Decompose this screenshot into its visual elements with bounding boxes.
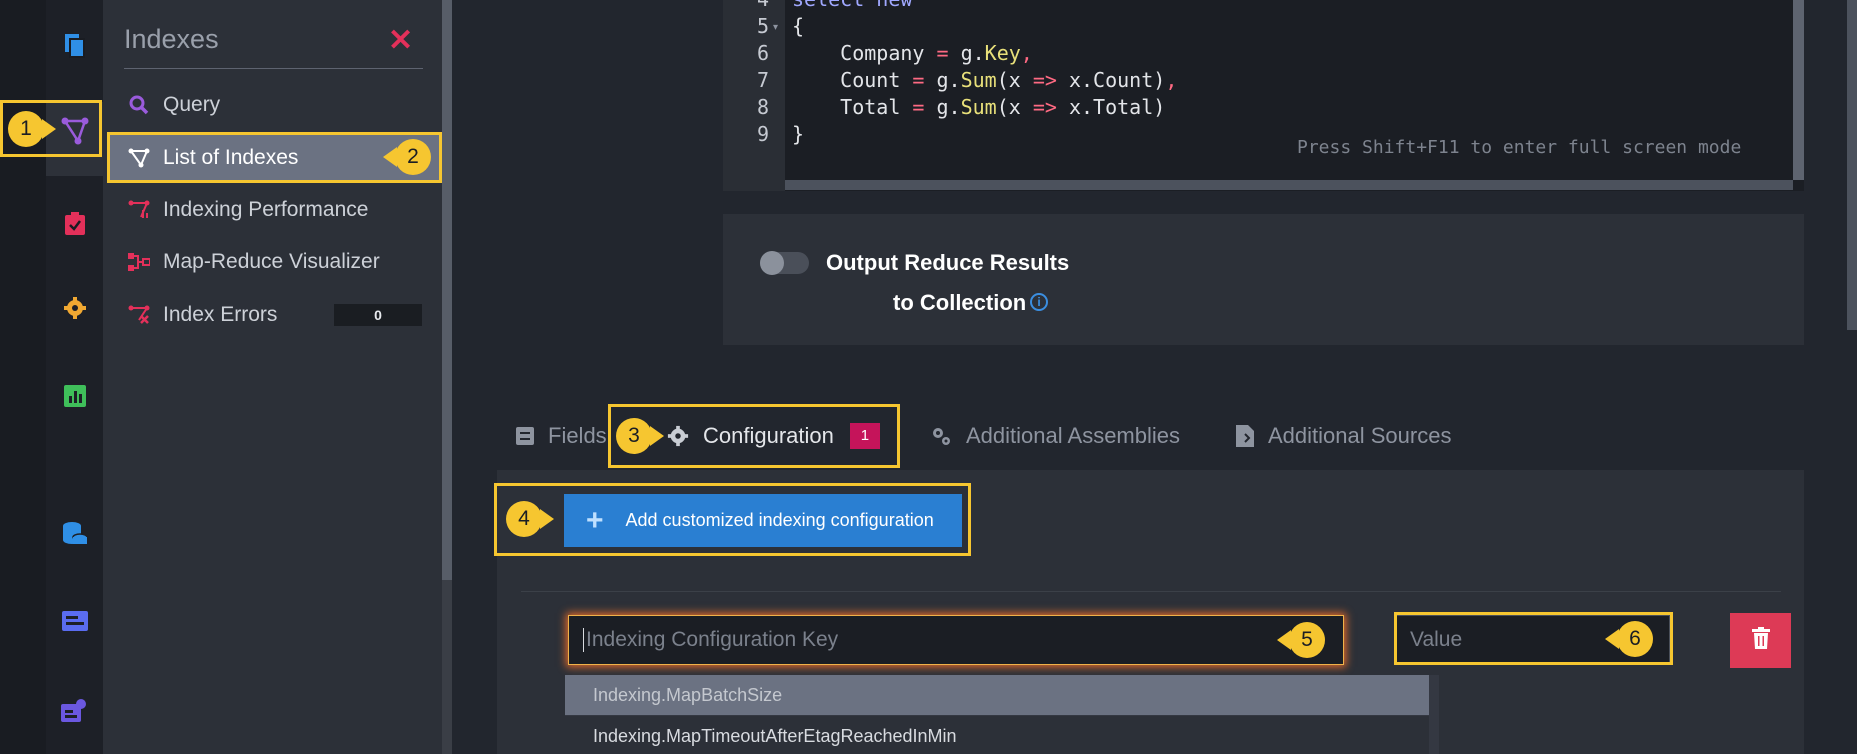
line-number: 8	[756, 95, 769, 119]
fold-arrow-icon[interactable]: ▾	[773, 22, 778, 33]
sidebar-item-label: Query	[163, 93, 221, 116]
code-line: }	[792, 122, 805, 146]
list-icon	[516, 427, 534, 445]
callout-marker-3: 3	[616, 418, 664, 454]
tab-label: Additional Sources	[1268, 423, 1452, 448]
callout-marker-5: 5	[1277, 622, 1325, 658]
reduce-output-label: Output Reduce Results	[826, 250, 1070, 275]
cluster-icon	[60, 698, 89, 722]
suggestion-item[interactable]: Indexing.MapBatchSize	[565, 675, 1429, 715]
tasks-icon	[64, 212, 86, 236]
key-placeholder: Indexing Configuration Key	[586, 628, 839, 651]
rail-settings-button[interactable]	[46, 280, 103, 336]
callout-marker-6: 6	[1605, 621, 1653, 657]
info-icon[interactable]: i	[1030, 293, 1048, 311]
trash-icon	[1751, 627, 1770, 654]
tab-label: Fields	[548, 423, 607, 448]
rail-databases-button[interactable]	[46, 506, 103, 562]
sidebar-item-indexing-performance[interactable]: Indexing Performance	[107, 186, 441, 234]
code-line: {	[792, 14, 805, 38]
search-icon	[127, 93, 151, 117]
callout-highlight-4	[494, 483, 971, 556]
rail-documents-button[interactable]	[46, 18, 103, 74]
rail-tasks-button[interactable]	[46, 196, 103, 252]
documents-icon	[64, 33, 86, 59]
error-count-badge: 0	[334, 304, 422, 326]
tab-additional-assemblies[interactable]: Additional Assemblies	[930, 418, 1180, 454]
reduce-output-label-cont: to Collection	[893, 290, 1027, 315]
line-number: 6	[756, 41, 769, 65]
sidebar-item-label: Index Errors	[163, 303, 278, 326]
configuration-key-suggestions: Indexing.MapBatchSize Indexing.MapTimeou…	[565, 675, 1439, 754]
page-scrollbar[interactable]	[1847, 0, 1857, 330]
settings-icon	[63, 296, 87, 320]
rail-stats-button[interactable]	[46, 368, 103, 424]
sidebar-item-label: Indexing Performance	[163, 198, 369, 221]
file-icon	[1236, 425, 1254, 447]
tab-fields[interactable]: Fields	[516, 418, 607, 454]
fullscreen-hint: Press Shift+F11 to enter full screen mod…	[1297, 137, 1742, 158]
editor-horizontal-scrollbar[interactable]	[785, 180, 1793, 190]
rail-cluster-button[interactable]	[46, 682, 103, 738]
tab-label: Additional Assemblies	[966, 423, 1181, 448]
panel-divider	[521, 591, 1781, 592]
sidebar-item-index-errors[interactable]: Index Errors 0	[107, 291, 441, 339]
close-icon[interactable]: ✕	[388, 24, 413, 58]
line-number: 4	[721, 0, 769, 13]
line-number: 7	[756, 68, 769, 92]
sidebar-divider	[124, 68, 423, 69]
databases-icon	[62, 521, 88, 547]
callout-marker-1: 1	[8, 111, 56, 147]
configuration-key-input[interactable]: Indexing Configuration Key	[568, 615, 1344, 665]
code-line: Count = g.Sum(x => x.Count),	[792, 68, 1178, 92]
sidebar-item-label: Map-Reduce Visualizer	[163, 250, 380, 273]
line-number: 5	[756, 14, 769, 38]
performance-icon	[127, 198, 151, 222]
sidebar-title: Indexes	[124, 24, 219, 54]
text-caret	[583, 628, 584, 652]
sidebar-scrollbar-track	[442, 580, 452, 754]
line-number: 9	[756, 122, 769, 146]
callout-marker-4: 4	[506, 501, 554, 537]
code-line: Company = g.Key,	[792, 41, 1033, 65]
sidebar-scrollbar[interactable]	[442, 0, 452, 580]
sidebar-item-query[interactable]: Query	[107, 81, 441, 129]
visualizer-icon	[127, 250, 151, 274]
toggle-knob[interactable]	[760, 251, 784, 275]
delete-configuration-button[interactable]	[1730, 613, 1791, 668]
gears-icon	[930, 425, 952, 447]
indexes-sidebar: Indexes ✕ Query List of Indexes Indexing…	[103, 0, 444, 754]
index-errors-icon	[127, 303, 151, 327]
rail-manage-server-button[interactable]	[46, 593, 103, 649]
manage-server-icon	[61, 611, 88, 631]
code-line: select new	[792, 0, 912, 13]
suggestion-item[interactable]: Indexing.MapTimeoutAfterEtagReachedInMin	[565, 716, 1429, 754]
code-line: Total = g.Sum(x => x.Total)	[792, 95, 1166, 119]
editor-vertical-scrollbar[interactable]	[1793, 0, 1804, 180]
stats-icon	[63, 385, 86, 407]
callout-marker-2: 2	[383, 139, 431, 175]
code-text: select new	[792, 0, 912, 11]
sidebar-item-map-reduce-visualizer[interactable]: Map-Reduce Visualizer	[107, 238, 441, 286]
reduce-output-panel	[723, 214, 1804, 345]
tab-additional-sources[interactable]: Additional Sources	[1236, 418, 1451, 454]
